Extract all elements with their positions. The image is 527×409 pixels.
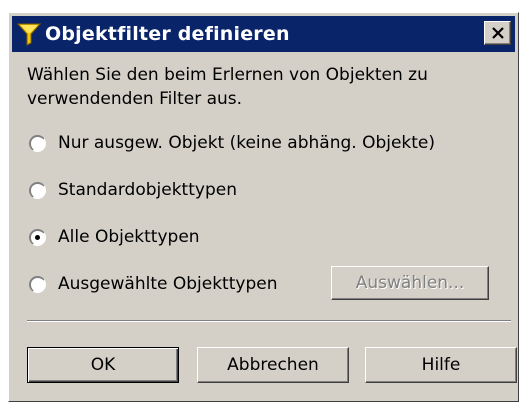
radio-label: Nur ausgew. Objekt (keine abhäng. Objekt… xyxy=(58,133,436,153)
description-text: Wählen Sie den beim Erlernen von Objekte… xyxy=(27,65,428,109)
title-bar[interactable]: Objektfilter definieren xyxy=(12,16,515,52)
radio-option-standard-types[interactable]: Standardobjekttypen xyxy=(29,180,237,200)
help-button[interactable]: Hilfe xyxy=(365,347,517,383)
ok-button[interactable]: OK xyxy=(27,347,179,383)
radio-button[interactable] xyxy=(29,181,46,199)
radio-button[interactable] xyxy=(29,275,46,293)
radio-label: Ausgewählte Objekttypen xyxy=(58,274,278,294)
funnel-icon xyxy=(16,23,42,46)
dialog-window: Objektfilter definieren Wählen Sie den b… xyxy=(8,12,519,402)
radio-label: Alle Objekttypen xyxy=(58,227,200,247)
radio-button[interactable] xyxy=(29,134,46,152)
radio-button-checked[interactable] xyxy=(29,228,46,246)
radio-label: Standardobjekttypen xyxy=(58,180,237,200)
radio-option-all-types[interactable]: Alle Objekttypen xyxy=(29,227,200,247)
select-types-button: Auswählen... xyxy=(331,266,489,300)
radio-option-selected-types[interactable]: Ausgewählte Objekttypen xyxy=(29,274,277,294)
cancel-button[interactable]: Abbrechen xyxy=(197,347,349,383)
radio-option-selected-only[interactable]: Nur ausgew. Objekt (keine abhäng. Objekt… xyxy=(29,133,435,153)
window-title: Objektfilter definieren xyxy=(45,23,290,45)
close-button[interactable] xyxy=(484,21,511,45)
separator-line xyxy=(27,320,511,322)
close-icon xyxy=(491,27,504,39)
